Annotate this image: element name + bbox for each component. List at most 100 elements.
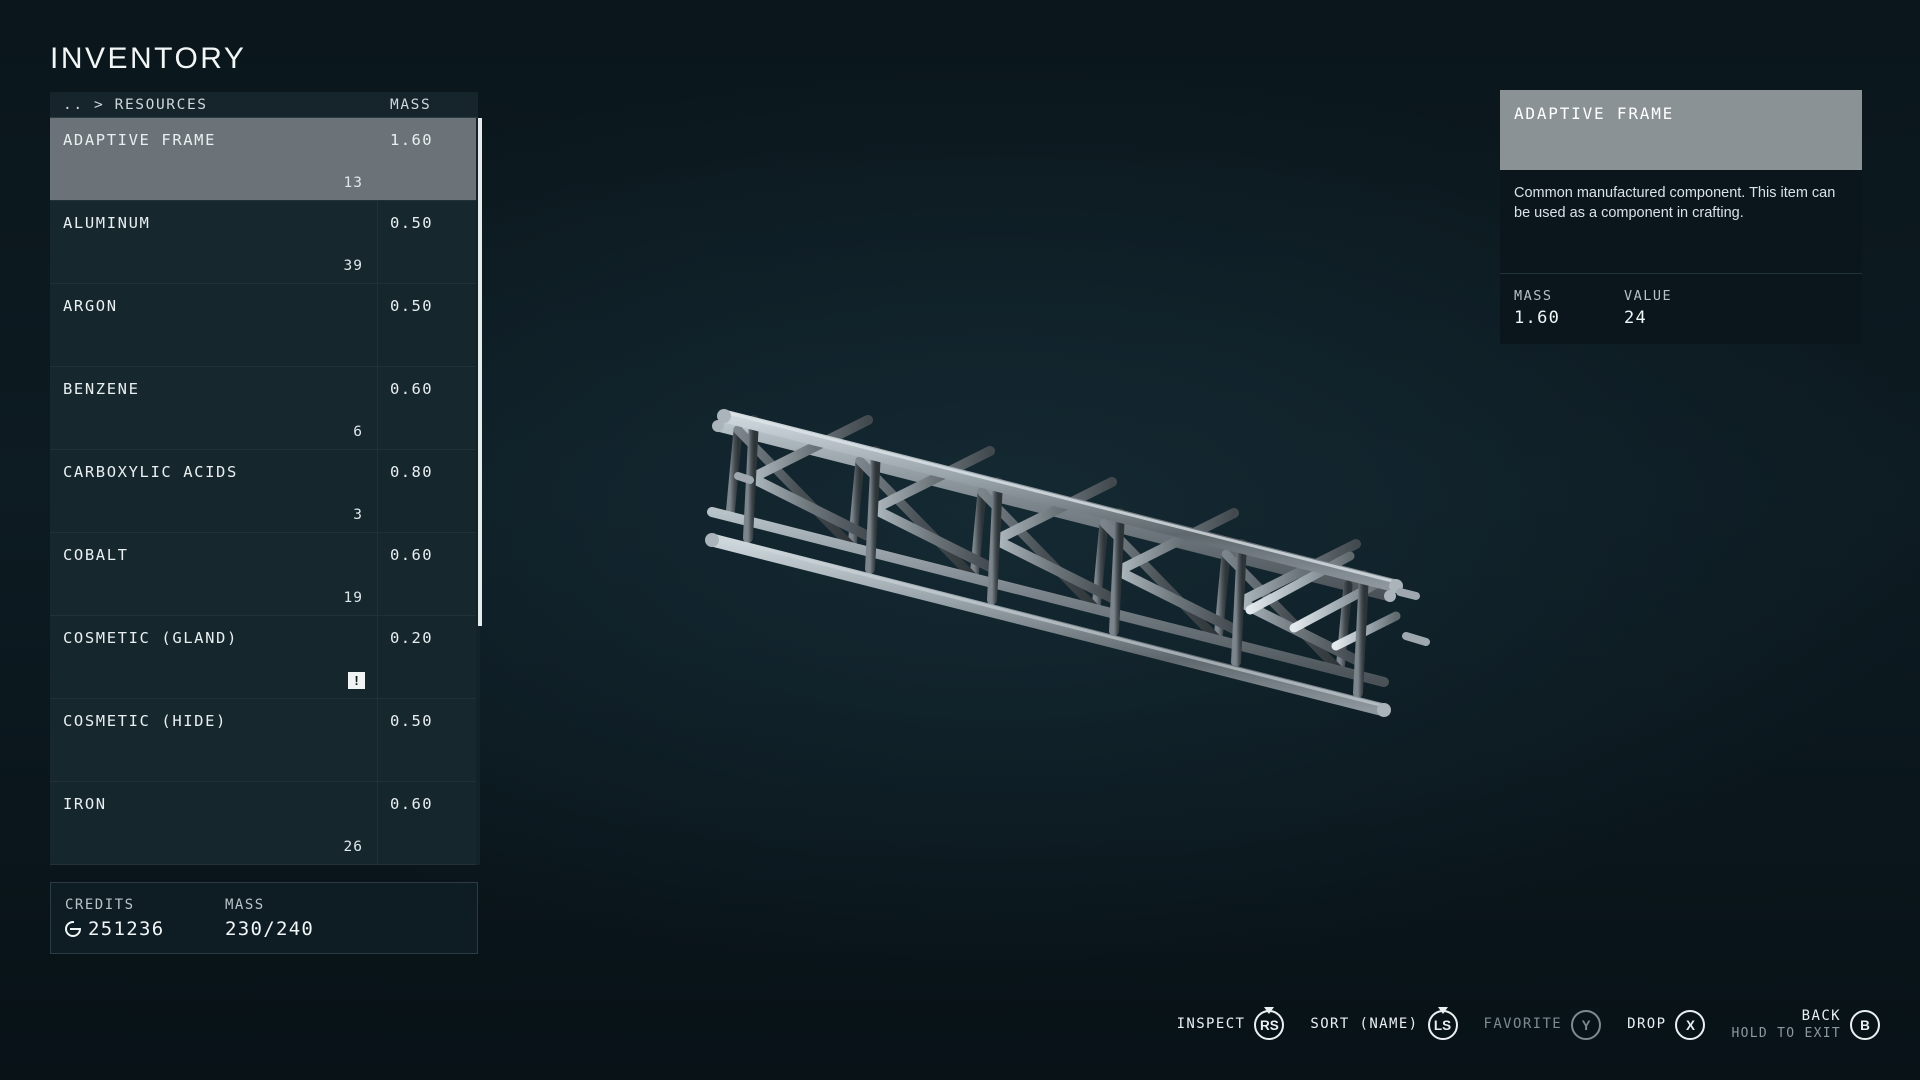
row-mass-cell: 0.20 bbox=[378, 616, 478, 698]
item-detail-stats: MASS 1.60 VALUE 24 bbox=[1500, 274, 1862, 344]
item-count: 39 bbox=[343, 258, 363, 274]
item-detail-value-value: 24 bbox=[1624, 308, 1648, 328]
item-detail-mass-label: MASS bbox=[1514, 288, 1553, 304]
breadcrumb[interactable]: .. > RESOURCES bbox=[50, 97, 378, 113]
item-detail-description-box: Common manufactured component. This item… bbox=[1500, 170, 1862, 274]
item-name: ARGON bbox=[63, 297, 118, 315]
table-row[interactable]: COSMETIC (GLAND)! 0.20 bbox=[50, 616, 478, 699]
action-label: SORT (NAME) bbox=[1310, 1016, 1419, 1033]
button-prompt-ls-icon[interactable]: LS bbox=[1427, 1010, 1458, 1041]
button-prompt-y-icon[interactable]: Y bbox=[1571, 1010, 1602, 1041]
credits-value-row: 251236 bbox=[65, 918, 211, 940]
row-name-cell[interactable]: COSMETIC (GLAND)! bbox=[50, 616, 378, 698]
item-mass: 0.50 bbox=[390, 712, 433, 730]
mass-value: 230/240 bbox=[225, 917, 315, 940]
button-prompt-b-icon[interactable]: B bbox=[1850, 1010, 1880, 1041]
item-mass: 1.60 bbox=[390, 131, 433, 149]
action-label-stack: INSPECT bbox=[1177, 1016, 1246, 1034]
row-mass-cell: 1.60 bbox=[378, 118, 478, 200]
row-mass-cell: 0.60 bbox=[378, 782, 478, 864]
action-drop[interactable]: DROP X bbox=[1627, 1010, 1706, 1041]
item-count: 6 bbox=[353, 424, 363, 440]
action-label: BACK bbox=[1801, 1008, 1841, 1025]
credits-block: CREDITS 251236 bbox=[51, 897, 211, 940]
mass-label: MASS bbox=[225, 896, 265, 913]
item-name: COBALT bbox=[63, 546, 129, 564]
row-name-cell[interactable]: CARBOXYLIC ACIDS 3 bbox=[50, 450, 378, 532]
action-label: FAVORITE bbox=[1483, 1016, 1563, 1033]
list-scrollbar-track[interactable] bbox=[476, 118, 482, 865]
table-row[interactable]: ARGON 0.50 bbox=[50, 284, 478, 367]
list-body: ADAPTIVE FRAME 13 1.60 ALUMINUM 39 0.50 ARGON 0… bbox=[50, 118, 482, 865]
item-count: 19 bbox=[343, 590, 363, 606]
item-detail-mass: MASS 1.60 bbox=[1514, 288, 1624, 328]
truss-beam-model[interactable] bbox=[690, 360, 1450, 740]
item-name: CARBOXYLIC ACIDS bbox=[63, 463, 238, 481]
row-name-cell[interactable]: IRON 26 bbox=[50, 782, 378, 864]
button-prompt-x-icon[interactable]: X bbox=[1675, 1010, 1706, 1041]
list-header: .. > RESOURCES MASS bbox=[50, 92, 478, 118]
row-name-cell[interactable]: ADAPTIVE FRAME 13 bbox=[50, 118, 378, 200]
table-row[interactable]: COSMETIC (HIDE) 0.50 bbox=[50, 699, 478, 782]
row-mass-cell: 0.60 bbox=[378, 533, 478, 615]
inventory-list-panel: .. > RESOURCES MASS ADAPTIVE FRAME 13 1.60… bbox=[50, 92, 482, 865]
item-name: COSMETIC (HIDE) bbox=[63, 712, 227, 730]
item-detail-panel: ADAPTIVE FRAME Common manufactured compo… bbox=[1500, 90, 1862, 344]
item-name: COSMETIC (GLAND) bbox=[63, 629, 238, 647]
item-detail-value-label: VALUE bbox=[1624, 288, 1673, 304]
action-label: INSPECT bbox=[1176, 1016, 1246, 1033]
new-item-badge-icon: ! bbox=[348, 672, 365, 689]
item-name: ALUMINUM bbox=[63, 214, 151, 232]
credits-label: CREDITS bbox=[65, 896, 135, 913]
row-mass-cell: 0.50 bbox=[378, 201, 478, 283]
action-back[interactable]: BACK HOLD TO EXIT B bbox=[1731, 1008, 1880, 1042]
action-favorite[interactable]: FAVORITE Y bbox=[1484, 1010, 1602, 1041]
item-name: ADAPTIVE FRAME bbox=[63, 131, 217, 149]
credit-icon bbox=[65, 920, 81, 937]
action-label-stack: DROP bbox=[1627, 1016, 1666, 1034]
row-mass-cell: 0.60 bbox=[378, 367, 478, 449]
item-detail-mass-value: 1.60 bbox=[1514, 308, 1561, 328]
row-name-cell[interactable]: BENZENE 6 bbox=[50, 367, 378, 449]
row-name-cell[interactable]: ALUMINUM 39 bbox=[50, 201, 378, 283]
row-mass-cell: 0.80 bbox=[378, 450, 478, 532]
item-detail-title-box: ADAPTIVE FRAME bbox=[1500, 90, 1862, 170]
action-inspect[interactable]: INSPECT RS bbox=[1177, 1010, 1285, 1041]
table-row[interactable]: COBALT 19 0.60 bbox=[50, 533, 478, 616]
item-mass: 0.60 bbox=[390, 380, 433, 398]
item-count: 26 bbox=[343, 839, 363, 855]
item-name: BENZENE bbox=[63, 380, 140, 398]
action-label-stack: BACK HOLD TO EXIT bbox=[1731, 1008, 1841, 1042]
column-header-mass[interactable]: MASS bbox=[378, 97, 478, 113]
row-name-cell[interactable]: COSMETIC (HIDE) bbox=[50, 699, 378, 781]
action-bar: INSPECT RS SORT (NAME) LS FAVORITE Y DROP X BACK… bbox=[1177, 1008, 1880, 1042]
item-detail-description: Common manufactured component. This item… bbox=[1514, 185, 1836, 221]
table-row[interactable]: ADAPTIVE FRAME 13 1.60 bbox=[50, 118, 478, 201]
table-row[interactable]: ALUMINUM 39 0.50 bbox=[50, 201, 478, 284]
mass-block: MASS 230/240 bbox=[211, 897, 314, 940]
credits-value: 251236 bbox=[88, 917, 165, 940]
item-mass: 0.50 bbox=[390, 297, 433, 315]
button-prompt-rs-icon[interactable]: RS bbox=[1254, 1010, 1285, 1041]
item-mass: 0.50 bbox=[390, 214, 433, 232]
item-detail-title: ADAPTIVE FRAME bbox=[1514, 104, 1675, 123]
row-name-cell[interactable]: COBALT 19 bbox=[50, 533, 378, 615]
item-detail-value: VALUE 24 bbox=[1624, 288, 1734, 328]
action-sort-name[interactable]: SORT (NAME) LS bbox=[1310, 1010, 1458, 1041]
item-mass: 0.60 bbox=[390, 546, 433, 564]
table-row[interactable]: IRON 26 0.60 bbox=[50, 782, 478, 865]
row-name-cell[interactable]: ARGON bbox=[50, 284, 378, 366]
item-mass: 0.80 bbox=[390, 463, 433, 481]
inventory-footer: CREDITS 251236 MASS 230/240 bbox=[50, 882, 478, 954]
table-row[interactable]: CARBOXYLIC ACIDS 3 0.80 bbox=[50, 450, 478, 533]
list-scrollbar-thumb[interactable] bbox=[478, 118, 482, 626]
item-mass: 0.60 bbox=[390, 795, 433, 813]
item-name: IRON bbox=[63, 795, 107, 813]
item-count: 13 bbox=[343, 175, 363, 191]
action-sublabel: HOLD TO EXIT bbox=[1731, 1025, 1841, 1041]
item-count: 3 bbox=[353, 507, 363, 523]
table-row[interactable]: BENZENE 6 0.60 bbox=[50, 367, 478, 450]
action-label-stack: FAVORITE bbox=[1484, 1016, 1563, 1034]
row-mass-cell: 0.50 bbox=[378, 699, 478, 781]
action-label-stack: SORT (NAME) bbox=[1310, 1016, 1418, 1034]
